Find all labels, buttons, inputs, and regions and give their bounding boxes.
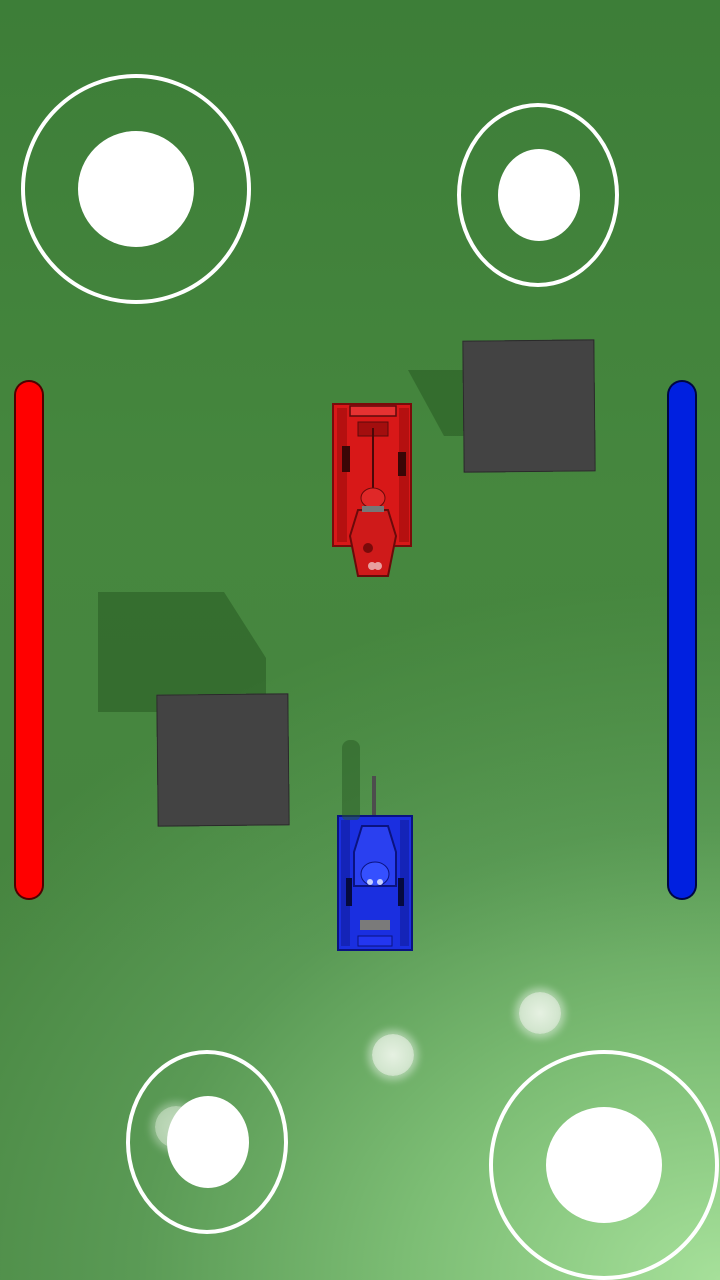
- blue-tank-shadow: [342, 740, 360, 820]
- obstacle-block: [462, 339, 596, 473]
- battlefield: [0, 0, 720, 1280]
- red-aim-joystick-knob[interactable]: [498, 149, 580, 241]
- blue-health-bar: [667, 380, 697, 900]
- red-health-fill: [16, 382, 42, 898]
- red-move-joystick[interactable]: [21, 74, 251, 304]
- obstacle-block: [156, 693, 290, 827]
- blue-aim-joystick-knob[interactable]: [167, 1096, 249, 1188]
- red-aim-joystick[interactable]: [457, 103, 619, 287]
- blue-health-fill: [669, 382, 695, 898]
- pickup-orb: [519, 992, 561, 1034]
- red-move-joystick-knob[interactable]: [78, 131, 194, 247]
- blue-move-joystick-knob[interactable]: [546, 1107, 662, 1223]
- blue-aim-joystick[interactable]: [126, 1050, 288, 1234]
- blue-move-joystick[interactable]: [489, 1050, 719, 1280]
- red-health-bar: [14, 380, 44, 900]
- red-tank: [332, 403, 412, 577]
- pickup-orb: [372, 1034, 414, 1076]
